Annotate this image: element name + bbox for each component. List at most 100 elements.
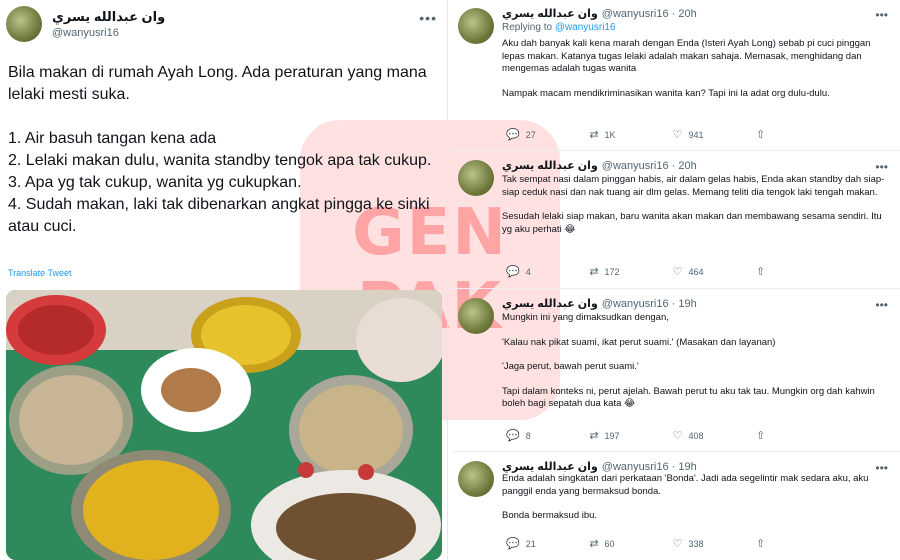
reply-text: Mungkin ini yang dimaksudkan dengan, 'Ka… <box>502 312 892 411</box>
retweet-button[interactable]: ⇄ 1K <box>589 128 669 141</box>
more-icon[interactable]: ••• <box>419 10 437 26</box>
more-icon[interactable]: ••• <box>875 8 888 22</box>
reply-count: 8 <box>525 430 531 441</box>
like-button[interactable]: ♡ 338 <box>673 537 753 550</box>
display-name[interactable]: وان عبدالله يسري <box>502 8 598 20</box>
like-button[interactable]: ♡ 941 <box>673 128 753 141</box>
divider <box>452 150 900 151</box>
translate-tweet-link[interactable]: Translate Tweet <box>8 268 72 278</box>
more-icon[interactable]: ••• <box>875 160 888 174</box>
reply-button[interactable]: 💬 8 <box>506 429 586 442</box>
action-bar: 💬 4 ⇄ 172 ♡ 464 ⇧ <box>506 265 836 278</box>
tweet-line: 1. Air basuh tangan kena ada <box>8 130 217 147</box>
tweet-photo[interactable] <box>6 290 442 560</box>
reply-header: وان عبدالله يسري @wanyusri16 · 20h <box>502 159 697 172</box>
reply-text: Aku dah banyak kali kena marah dengan En… <box>502 38 892 100</box>
reply-paragraph: 'Jaga perut, bawah perut suami.' <box>502 361 639 372</box>
reply-paragraph: Sesudah lelaki siap makan, baru wanita a… <box>502 211 882 235</box>
handle-time[interactable]: @wanyusri16 · 20h <box>602 160 697 172</box>
tweet-line: 4. Sudah makan, laki tak dibenarkan angk… <box>8 196 430 235</box>
share-button[interactable]: ⇧ <box>756 429 836 442</box>
reply-count: 27 <box>525 129 536 140</box>
display-name[interactable]: وان عبدالله يسري <box>52 9 165 25</box>
like-button[interactable]: ♡ 464 <box>673 265 753 278</box>
reply-paragraph: Tak sempat nasi dalam pinggan habis, air… <box>502 174 885 198</box>
share-icon: ⇧ <box>755 538 766 550</box>
reply-icon: 💬 <box>506 129 520 141</box>
retweet-button[interactable]: ⇄ 197 <box>589 429 669 442</box>
action-bar: 💬 8 ⇄ 197 ♡ 408 ⇧ <box>506 429 836 442</box>
more-icon[interactable]: ••• <box>875 298 888 312</box>
retweet-count: 60 <box>604 538 615 549</box>
main-tweet: وان عبدالله يسري @wanyusri16 ••• Bila ma… <box>0 0 448 560</box>
like-count: 941 <box>688 129 704 140</box>
retweet-button[interactable]: ⇄ 60 <box>589 537 669 550</box>
retweet-button[interactable]: ⇄ 172 <box>589 265 669 278</box>
retweet-icon: ⇄ <box>589 430 599 442</box>
share-icon: ⇧ <box>755 266 766 278</box>
handle-time[interactable]: @wanyusri16 · 19h <box>602 298 697 310</box>
retweet-count: 1K <box>604 129 616 140</box>
reply-count: 4 <box>525 266 531 277</box>
retweet-icon: ⇄ <box>589 266 599 278</box>
reply-button[interactable]: 💬 4 <box>506 265 586 278</box>
display-name[interactable]: وان عبدالله يسري <box>502 160 598 172</box>
reply-tweet[interactable]: وان عبدالله يسري @wanyusri16 · 20h ••• Re… <box>452 0 900 150</box>
reply-button[interactable]: 💬 21 <box>506 537 586 550</box>
share-button[interactable]: ⇧ <box>756 128 836 141</box>
share-button[interactable]: ⇧ <box>756 537 836 550</box>
reply-header: وان عبدالله يسري @wanyusri16 · 20h <box>502 7 697 20</box>
share-button[interactable]: ⇧ <box>756 265 836 278</box>
tweet-header: وان عبدالله يسري @wanyusri16 <box>6 6 165 42</box>
display-name[interactable]: وان عبدالله يسري <box>502 461 598 473</box>
retweet-icon: ⇄ <box>589 538 599 550</box>
reply-text: Enda adalah singkatan dari perkataan 'Bo… <box>502 473 892 523</box>
reply-header: وان عبدالله يسري @wanyusri16 · 19h <box>502 297 697 310</box>
action-bar: 💬 27 ⇄ 1K ♡ 941 ⇧ <box>506 128 836 141</box>
heart-icon: ♡ <box>672 538 683 550</box>
tweet-line: Bila makan di rumah Ayah Long. Ada perat… <box>8 64 427 103</box>
display-name[interactable]: وان عبدالله يسري <box>502 298 598 310</box>
tweet-text: Bila makan di rumah Ayah Long. Ada perat… <box>8 62 438 238</box>
retweet-icon: ⇄ <box>589 129 599 141</box>
reply-tweet[interactable]: وان عبدالله يسري @wanyusri16 · 19h ••• En… <box>452 453 900 560</box>
divider <box>452 288 900 289</box>
divider <box>452 451 900 452</box>
reply-paragraph: Aku dah banyak kali kena marah dengan En… <box>502 38 871 74</box>
handle-time[interactable]: @wanyusri16 · 19h <box>602 461 697 473</box>
reply-button[interactable]: 💬 27 <box>506 128 586 141</box>
user-handle[interactable]: @wanyusri16 <box>52 27 165 39</box>
food-photo-illustration <box>6 290 442 560</box>
reply-paragraph: Mungkin ini yang dimaksudkan dengan, <box>502 312 669 323</box>
reply-header: وان عبدالله يسري @wanyusri16 · 19h <box>502 460 697 473</box>
reply-tweet[interactable]: وان عبدالله يسري @wanyusri16 · 19h ••• Mu… <box>452 290 900 450</box>
reply-paragraph: Bonda bermaksud ibu. <box>502 510 598 521</box>
reply-paragraph: Nampak macam mendikriminasikan wanita ka… <box>502 87 830 99</box>
tweet-line: 3. Apa yg tak cukup, wanita yg cukupkan. <box>8 174 302 191</box>
avatar[interactable] <box>458 160 494 196</box>
avatar[interactable] <box>6 6 42 42</box>
heart-icon: ♡ <box>672 266 683 278</box>
avatar[interactable] <box>458 298 494 334</box>
handle-time[interactable]: @wanyusri16 · 20h <box>602 8 697 20</box>
replying-to: Replying to @wanyusri16 <box>502 22 616 33</box>
heart-icon: ♡ <box>672 430 683 442</box>
reply-icon: 💬 <box>506 430 520 442</box>
reply-tweet[interactable]: وان عبدالله يسري @wanyusri16 · 20h ••• Ta… <box>452 152 900 288</box>
heart-icon: ♡ <box>672 129 683 141</box>
retweet-count: 172 <box>604 266 620 277</box>
reply-paragraph: 'Kalau nak pikat suami, ikat perut suami… <box>502 336 776 348</box>
like-count: 338 <box>688 538 704 549</box>
avatar[interactable] <box>458 8 494 44</box>
action-bar: 💬 21 ⇄ 60 ♡ 338 ⇧ <box>506 537 836 550</box>
like-count: 464 <box>688 266 704 277</box>
share-icon: ⇧ <box>755 129 766 141</box>
like-button[interactable]: ♡ 408 <box>673 429 753 442</box>
replying-to-handle[interactable]: @wanyusri16 <box>555 22 616 33</box>
reply-thread: وان عبدالله يسري @wanyusri16 · 20h ••• Re… <box>452 0 900 560</box>
reply-paragraph: Tapi dalam konteks ni, perut ajelah. Baw… <box>502 385 875 410</box>
avatar[interactable] <box>458 461 494 497</box>
tweet-line: 2. Lelaki makan dulu, wanita standby ten… <box>8 152 432 169</box>
reply-icon: 💬 <box>506 266 520 278</box>
reply-icon: 💬 <box>506 538 520 550</box>
